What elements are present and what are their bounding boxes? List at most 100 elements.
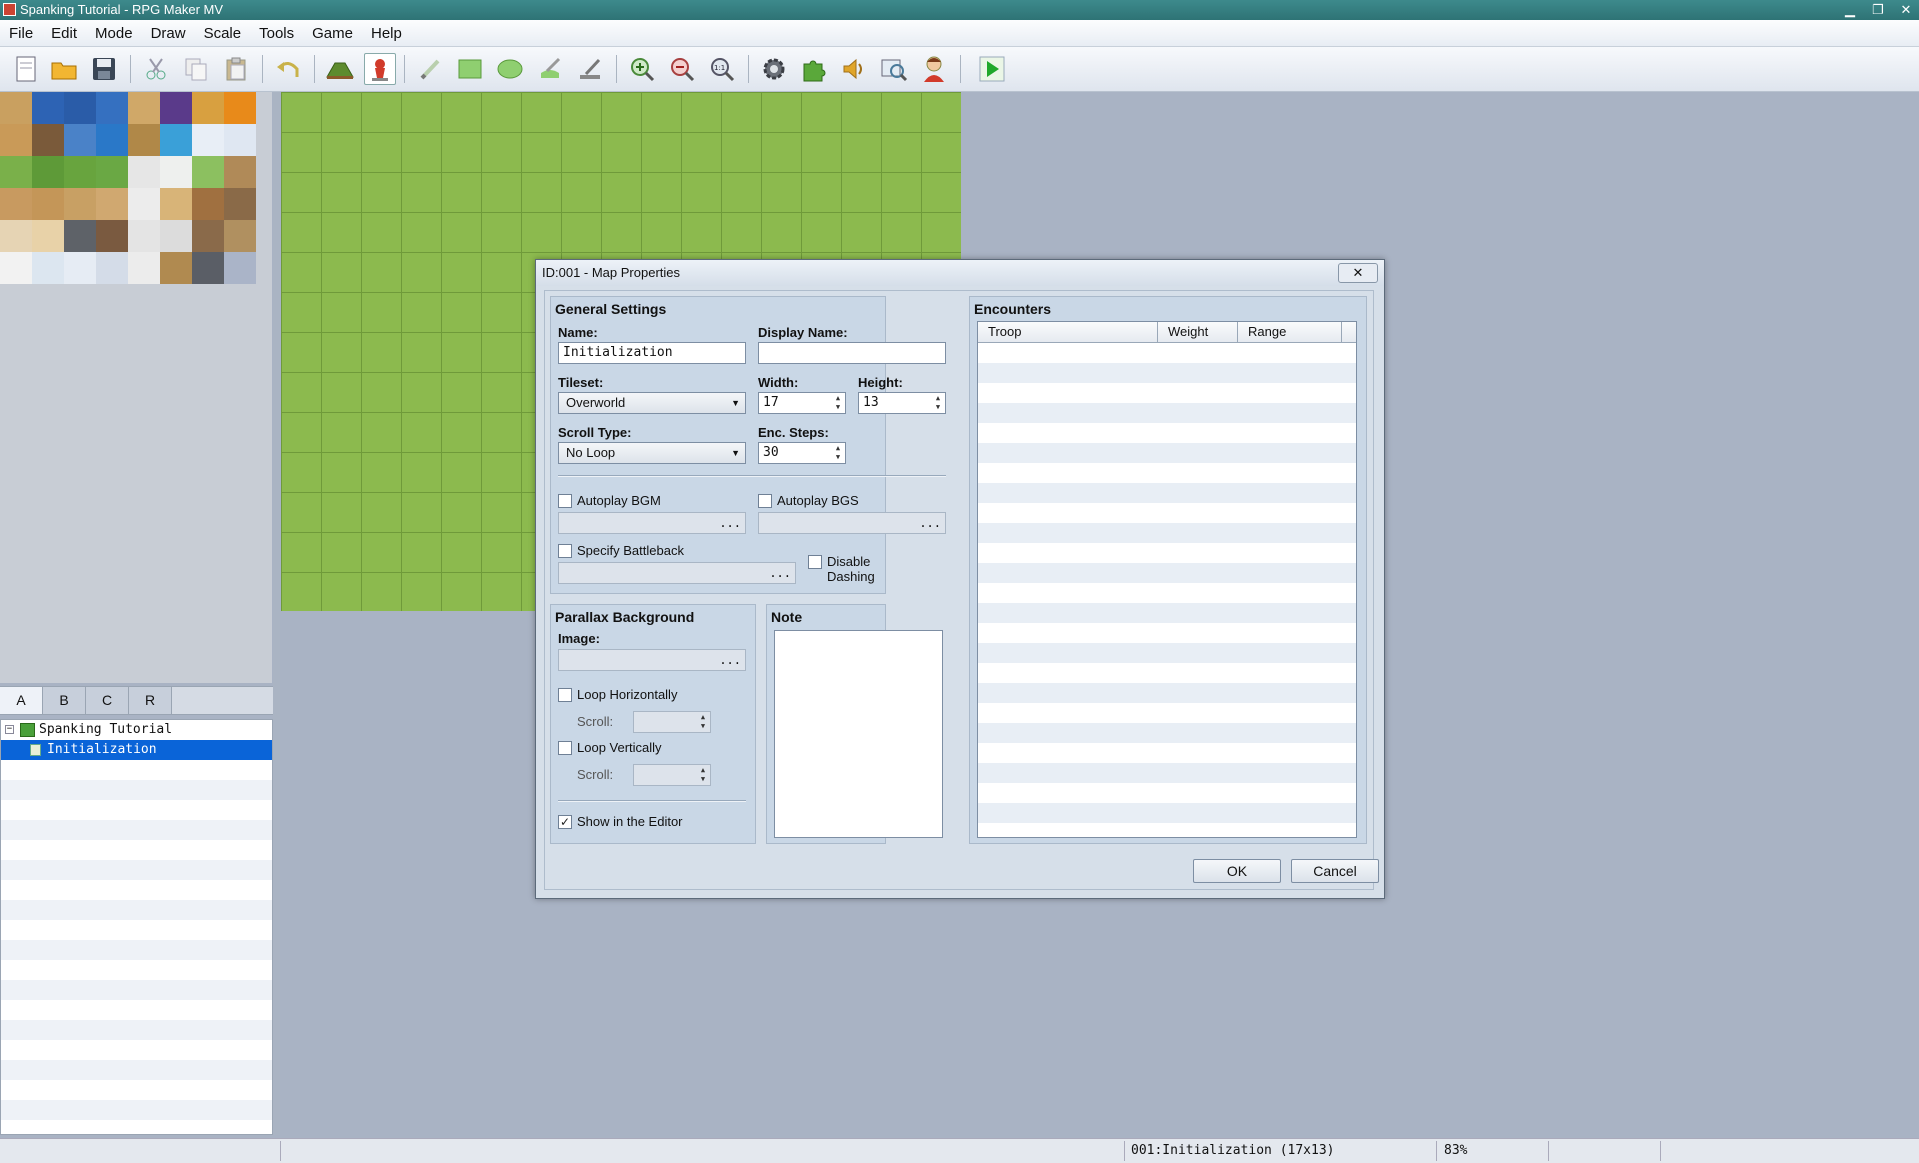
restore-icon[interactable]: ❐: [1871, 3, 1885, 17]
menu-file[interactable]: File: [0, 25, 42, 42]
spinner-icon[interactable]: ▲ ▼: [933, 394, 943, 412]
sound-test-icon[interactable]: [838, 53, 870, 85]
tile[interactable]: [160, 92, 192, 124]
scroll-h-input[interactable]: ▲ ▼: [633, 711, 711, 733]
cut-icon[interactable]: [140, 53, 172, 85]
tile[interactable]: [64, 188, 96, 220]
ok-button[interactable]: OK: [1193, 859, 1281, 883]
tile[interactable]: [160, 188, 192, 220]
actual-size-icon[interactable]: 1:1: [706, 53, 738, 85]
flood-fill-icon[interactable]: [534, 53, 566, 85]
bgm-picker[interactable]: ...: [558, 512, 746, 534]
tile[interactable]: [192, 252, 224, 284]
scroll-v-input[interactable]: ▲ ▼: [633, 764, 711, 786]
menu-game[interactable]: Game: [303, 25, 362, 42]
tile[interactable]: [96, 188, 128, 220]
encounters-table[interactable]: Troop Weight Range: [977, 321, 1357, 838]
show-in-editor-checkbox[interactable]: ✓: [558, 815, 572, 829]
cancel-button[interactable]: Cancel: [1291, 859, 1379, 883]
open-project-icon[interactable]: [48, 53, 80, 85]
loop-horizontally-checkbox[interactable]: [558, 688, 572, 702]
autoplay-bgm-checkbox[interactable]: [558, 494, 572, 508]
tile[interactable]: [32, 124, 64, 156]
width-input[interactable]: 17 ▲ ▼: [758, 392, 846, 414]
tile[interactable]: [64, 156, 96, 188]
tab-c[interactable]: C: [86, 687, 129, 714]
column-range[interactable]: Range: [1238, 322, 1342, 342]
autoplay-bgs-checkbox[interactable]: [758, 494, 772, 508]
paste-icon[interactable]: [220, 53, 252, 85]
enc-steps-input[interactable]: 30 ▲ ▼: [758, 442, 846, 464]
scroll-type-dropdown[interactable]: No Loop ▼: [558, 442, 746, 464]
tile[interactable]: [32, 156, 64, 188]
tile[interactable]: [64, 92, 96, 124]
tile[interactable]: [224, 156, 256, 188]
menu-draw[interactable]: Draw: [142, 25, 195, 42]
rectangle-icon[interactable]: [454, 53, 486, 85]
tile[interactable]: [96, 92, 128, 124]
tile[interactable]: [32, 252, 64, 284]
pane-splitter[interactable]: [273, 92, 280, 1135]
tile[interactable]: [224, 124, 256, 156]
tile[interactable]: [96, 156, 128, 188]
tile[interactable]: [192, 188, 224, 220]
spinner-icon[interactable]: ▲ ▼: [833, 444, 843, 462]
browse-icon[interactable]: ...: [719, 650, 741, 670]
browse-icon[interactable]: ...: [769, 563, 791, 583]
tile[interactable]: [32, 220, 64, 252]
spinner-icon[interactable]: ▲ ▼: [698, 766, 708, 784]
disable-dashing-checkbox[interactable]: [808, 555, 822, 569]
tile[interactable]: [96, 124, 128, 156]
collapse-icon[interactable]: −: [5, 725, 14, 734]
column-troop[interactable]: Troop: [978, 322, 1158, 342]
display-name-input[interactable]: [758, 342, 946, 364]
menu-mode[interactable]: Mode: [86, 25, 142, 42]
ellipse-icon[interactable]: [494, 53, 526, 85]
menu-help[interactable]: Help: [362, 25, 411, 42]
height-input[interactable]: 13 ▲ ▼: [858, 392, 946, 414]
shadow-pen-icon[interactable]: [574, 53, 606, 85]
tile[interactable]: [0, 188, 32, 220]
note-textarea[interactable]: [774, 630, 943, 838]
tile[interactable]: [192, 220, 224, 252]
tile[interactable]: [192, 92, 224, 124]
zoom-in-icon[interactable]: [626, 53, 658, 85]
menu-edit[interactable]: Edit: [42, 25, 86, 42]
tile[interactable]: [128, 220, 160, 252]
tileset-grid[interactable]: [0, 92, 258, 284]
tile[interactable]: [128, 156, 160, 188]
tile[interactable]: [0, 124, 32, 156]
tile[interactable]: [224, 92, 256, 124]
dialog-close-icon[interactable]: ✕: [1338, 263, 1378, 283]
menu-tools[interactable]: Tools: [250, 25, 303, 42]
save-project-icon[interactable]: [88, 53, 120, 85]
tile[interactable]: [192, 156, 224, 188]
playtest-icon[interactable]: [976, 53, 1008, 85]
character-generator-icon[interactable]: [918, 53, 950, 85]
tab-r[interactable]: R: [129, 687, 172, 714]
tile[interactable]: [224, 252, 256, 284]
tile-palette[interactable]: [0, 92, 272, 683]
browse-icon[interactable]: ...: [919, 513, 941, 533]
spinner-icon[interactable]: ▲ ▼: [698, 713, 708, 731]
tile[interactable]: [96, 252, 128, 284]
menu-scale[interactable]: Scale: [195, 25, 251, 42]
tile[interactable]: [0, 252, 32, 284]
tile[interactable]: [224, 188, 256, 220]
pencil-icon[interactable]: [414, 53, 446, 85]
plugin-manager-icon[interactable]: [798, 53, 830, 85]
new-project-icon[interactable]: [10, 53, 42, 85]
browse-icon[interactable]: ...: [719, 513, 741, 533]
minimize-icon[interactable]: ▁: [1843, 3, 1857, 17]
parallax-image-picker[interactable]: ...: [558, 649, 746, 671]
battleback-picker[interactable]: ...: [558, 562, 796, 584]
copy-icon[interactable]: [180, 53, 212, 85]
tile[interactable]: [32, 188, 64, 220]
tile[interactable]: [160, 124, 192, 156]
tile[interactable]: [160, 252, 192, 284]
tile[interactable]: [64, 252, 96, 284]
tree-map-row-selected[interactable]: Initialization: [1, 740, 272, 760]
event-searcher-icon[interactable]: [878, 53, 910, 85]
close-window-icon[interactable]: ✕: [1899, 3, 1913, 17]
database-icon[interactable]: [758, 53, 790, 85]
